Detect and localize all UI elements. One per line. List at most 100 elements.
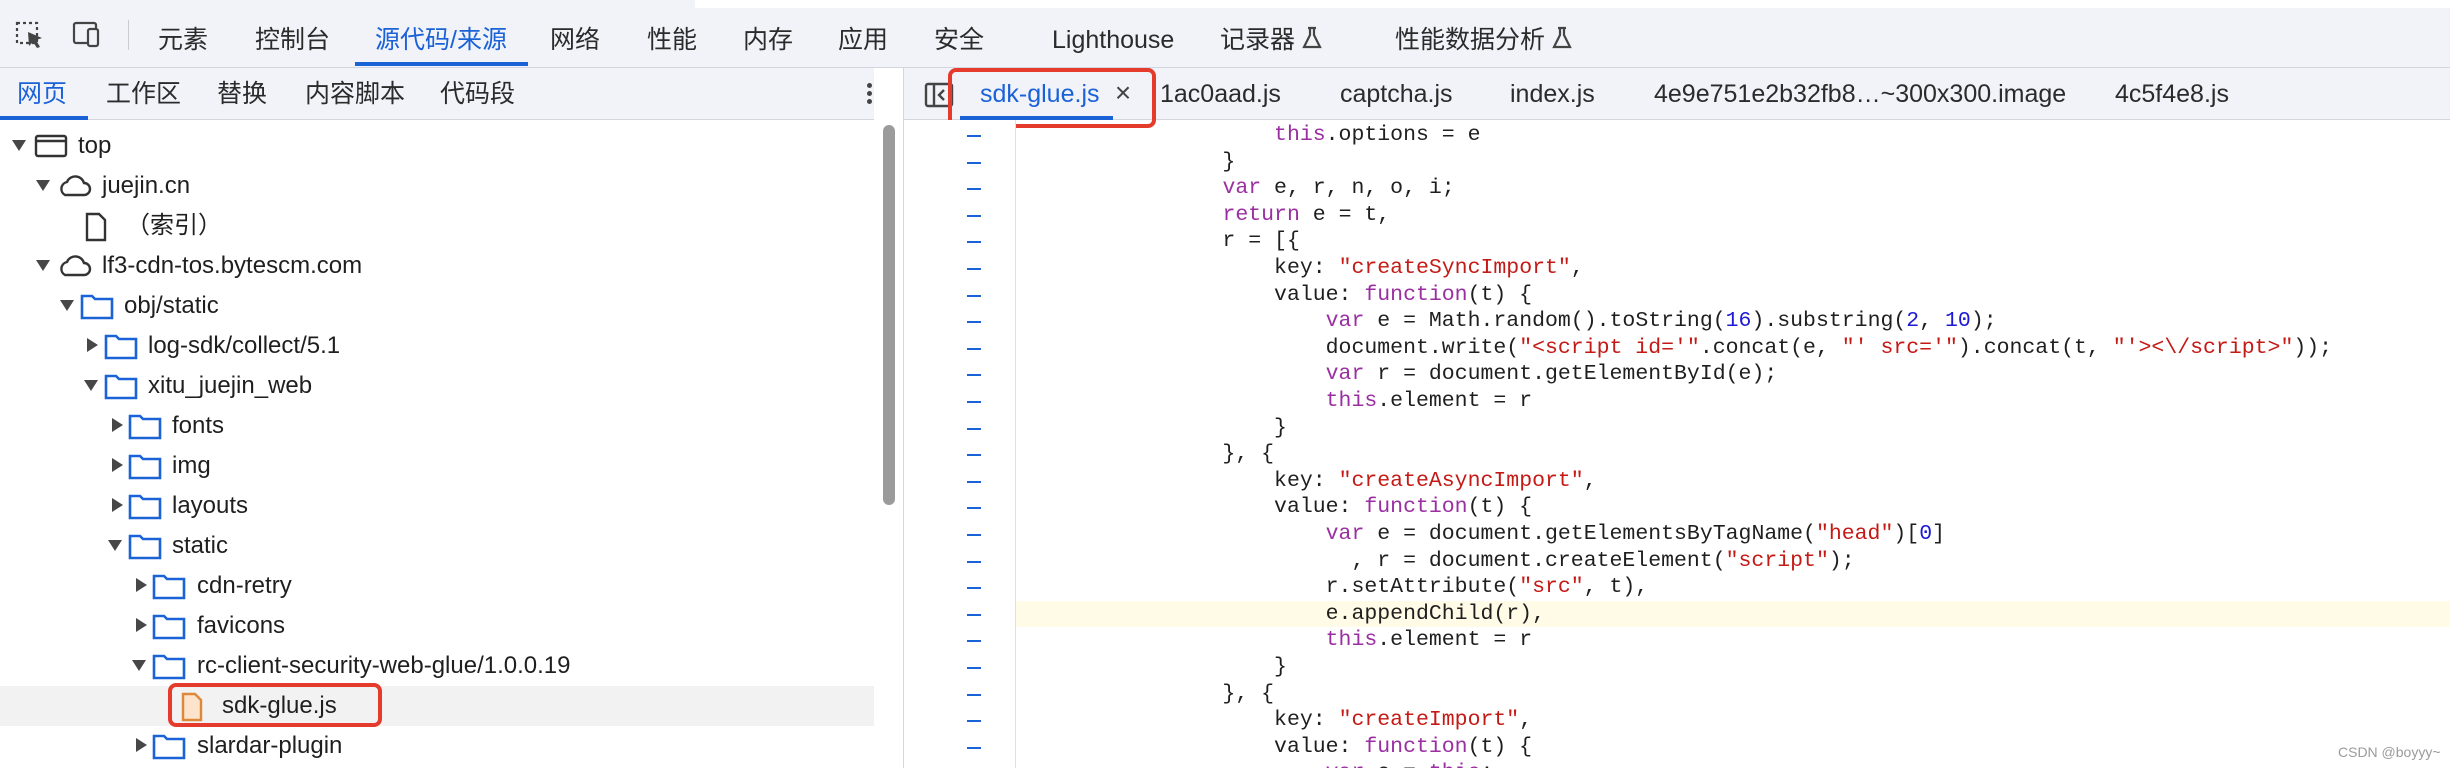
expand-arrow-icon[interactable] — [60, 300, 74, 311]
tree-item-folder[interactable]: static — [0, 526, 874, 566]
code-line: e.appendChild(r), — [1016, 600, 2450, 628]
tree-item-folder[interactable]: slardar-plugin — [0, 726, 874, 766]
highlight-box-editor-tab — [948, 68, 1156, 128]
tree-item-label: img — [172, 452, 211, 479]
panel-tab-elements[interactable]: 元素 — [158, 0, 208, 68]
tree-item-domain[interactable]: juejin.cn — [0, 166, 874, 206]
tree-item-folder[interactable]: fonts — [0, 406, 874, 446]
code-line: r.setAttribute("src", t), — [1016, 575, 1649, 600]
nav-tab-page[interactable]: 网页 — [17, 68, 67, 120]
line-gutter — [904, 120, 1016, 768]
collapse-arrow-icon[interactable] — [112, 418, 123, 432]
line-marker — [967, 560, 981, 563]
code-line: this.options = e — [1274, 123, 1481, 147]
frame-icon — [34, 134, 68, 158]
tree-item-domain[interactable]: lf3-cdn-tos.bytescm.com — [0, 246, 874, 286]
more-options-icon[interactable] — [862, 80, 876, 108]
code-line: }, { — [1016, 442, 1275, 467]
panel-tab-console[interactable]: 控制台 — [255, 0, 330, 68]
tree-item-folder[interactable]: rc-client-security-web-glue/1.0.0.19 — [0, 646, 874, 686]
panel-tab-network[interactable]: 网络 — [550, 0, 600, 68]
panel-tab-recorder[interactable]: 记录器 — [1220, 0, 1323, 68]
tree-item-label: lf3-cdn-tos.bytescm.com — [102, 252, 363, 279]
nav-tab-snippets[interactable]: 代码段 — [440, 68, 515, 120]
collapse-arrow-icon[interactable] — [112, 458, 123, 472]
line-marker — [967, 321, 981, 324]
nav-tab-content-scripts[interactable]: 内容脚本 — [305, 68, 405, 120]
collapse-arrow-icon[interactable] — [136, 578, 147, 592]
panel-tab-memory[interactable]: 内存 — [743, 0, 793, 68]
tree-item-folder[interactable]: img — [0, 446, 874, 486]
tree-item-folder[interactable]: layouts — [0, 486, 874, 526]
tree-item-label: obj/static — [124, 292, 219, 319]
code-line: var e = document.getElementsByTagName("h… — [1325, 522, 1945, 546]
panel-tab-application[interactable]: 应用 — [838, 0, 888, 68]
nav-tab-workspace[interactable]: 工作区 — [106, 68, 181, 120]
code-line: var e = this; — [1016, 760, 2450, 768]
collapse-arrow-icon[interactable] — [87, 338, 98, 352]
tree-item-folder[interactable]: favicons — [0, 606, 874, 646]
expand-arrow-icon[interactable] — [36, 260, 50, 271]
line-marker — [967, 401, 981, 403]
cloud-icon — [60, 255, 92, 277]
folder-icon — [152, 654, 186, 680]
editor-tab[interactable]: captcha.js — [1340, 68, 1453, 120]
code-line: r = [{ — [1016, 229, 1300, 254]
code-editor[interactable]: this.options = e } var e, r, n, o, i; re… — [1016, 120, 2450, 768]
tree-item-label: slardar-plugin — [197, 732, 343, 759]
folder-icon — [128, 494, 162, 520]
collapse-arrow-icon[interactable] — [112, 498, 123, 512]
tree-item-label: static — [172, 532, 229, 559]
nav-tab-overrides[interactable]: 替换 — [217, 68, 267, 120]
line-marker — [967, 294, 981, 297]
editor-tab[interactable]: 4c5f4e8.js — [2115, 68, 2229, 120]
tree-item-folder[interactable]: log-sdk/collect/5.1 — [0, 326, 874, 366]
panel-tab-performance[interactable]: 性能 — [647, 0, 697, 68]
panel-tab-performance-insights[interactable]: 性能数据分析 — [1395, 0, 1573, 68]
tree-item-file[interactable]: （索引） — [0, 206, 874, 246]
collapse-arrow-icon[interactable] — [136, 738, 147, 752]
devtools-toolbar: 元素 控制台 源代码/来源 网络 性能 内存 应用 安全 Lighthouse … — [0, 0, 2450, 68]
watermark: CSDN @boyyy~ — [2338, 744, 2441, 760]
line-marker — [967, 454, 981, 457]
tree-item-selected-file[interactable]: sdk-glue.js — [0, 686, 874, 726]
expand-arrow-icon[interactable] — [36, 180, 50, 191]
tree-item-label: fonts — [172, 412, 225, 439]
device-toolbar-icon[interactable] — [70, 20, 104, 50]
tree-item-folder[interactable]: obj/static — [0, 286, 874, 326]
expand-arrow-icon[interactable] — [132, 660, 146, 671]
line-marker — [967, 427, 981, 430]
code-line: } — [1016, 655, 1287, 679]
line-marker — [967, 667, 981, 669]
line-marker — [967, 188, 981, 191]
editor-tab[interactable]: 1ac0aad.js — [1160, 68, 1281, 120]
expand-arrow-icon[interactable] — [108, 540, 122, 551]
editor-tab[interactable]: index.js — [1510, 68, 1595, 120]
line-marker — [967, 480, 981, 483]
expand-arrow-icon[interactable] — [12, 140, 26, 151]
code-line: value: function(t) { — [1016, 282, 1533, 307]
code-line: this.element = r — [1325, 389, 1533, 413]
collapse-arrow-icon[interactable] — [136, 618, 147, 632]
folder-icon — [152, 614, 186, 640]
tree-item-folder[interactable]: cdn-retry — [0, 566, 874, 606]
tree-item-top[interactable]: top — [0, 126, 874, 166]
line-marker — [967, 347, 981, 350]
navigator-tabs: 网页 工作区 替换 内容脚本 代码段 — [0, 68, 874, 120]
toolbar-divider — [128, 20, 129, 50]
navigator-scrollbar[interactable] — [883, 125, 895, 505]
panel-tab-performance-insights-label: 性能数据分析 — [1395, 26, 1546, 54]
inspect-element-icon[interactable] — [14, 20, 48, 50]
folder-icon — [80, 294, 114, 320]
panel-tab-sources[interactable]: 源代码/来源 — [375, 0, 507, 68]
tree-item-folder[interactable]: xitu_juejin_web — [0, 366, 874, 406]
panel-tab-lighthouse[interactable]: Lighthouse — [1052, 0, 1174, 68]
code-line: key: "createAsyncImport", — [1016, 468, 1597, 493]
line-marker — [967, 587, 981, 590]
editor-tab[interactable]: 4e9e751e2b32fb8…~300x300.image — [1654, 68, 2066, 120]
highlight-box-tree-file — [168, 683, 382, 727]
code-line: key: "createSyncImport", — [1016, 256, 1584, 280]
panel-tab-security[interactable]: 安全 — [934, 0, 984, 68]
line-marker — [967, 746, 981, 749]
expand-arrow-icon[interactable] — [84, 380, 98, 391]
